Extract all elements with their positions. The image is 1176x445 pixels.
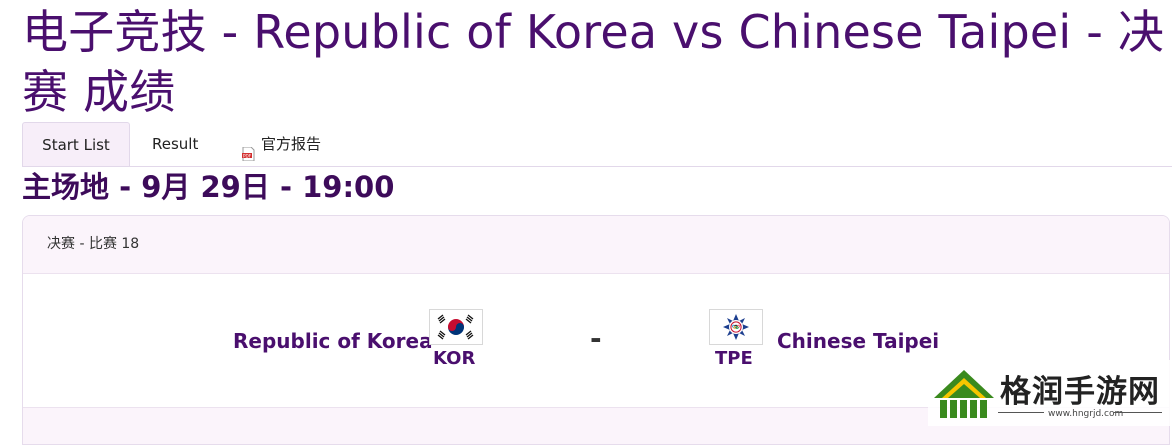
tab-result[interactable]: Result (152, 122, 198, 166)
tab-bar: Start List Result PDF 官方报告 (22, 122, 1172, 167)
watermark-text: 格润手游网 (1000, 374, 1160, 410)
match-header: 决赛 - 比赛 18 (23, 216, 1169, 274)
korea-flag-icon (429, 309, 483, 345)
watermark-url: www.hngrjd.com (1048, 409, 1124, 419)
watermark-logo-icon (934, 370, 994, 418)
home-team-name[interactable]: Republic of Korea (233, 328, 433, 354)
tab-official-report[interactable]: PDF 官方报告 (242, 122, 321, 166)
away-team-name[interactable]: Chinese Taipei (777, 328, 939, 354)
watermark-divider-left (998, 412, 1044, 413)
svg-text:PDF: PDF (243, 153, 252, 158)
score-separator: - (590, 322, 602, 355)
chinese-taipei-flag-icon (709, 309, 763, 345)
watermark: 格润手游网 www.hngrjd.com (928, 360, 1176, 426)
watermark-divider-right (1114, 412, 1162, 413)
pdf-icon: PDF (242, 134, 255, 161)
venue-datetime: 主场地 - 9月 29日 - 19:00 (22, 170, 395, 204)
away-team-code: TPE (715, 348, 753, 369)
home-team-code: KOR (433, 348, 476, 369)
tab-start-list[interactable]: Start List (22, 122, 130, 166)
tab-official-report-label: 官方报告 (261, 135, 322, 153)
page-title: 电子竞技 - Republic of Korea vs Chinese Taip… (22, 5, 1165, 119)
